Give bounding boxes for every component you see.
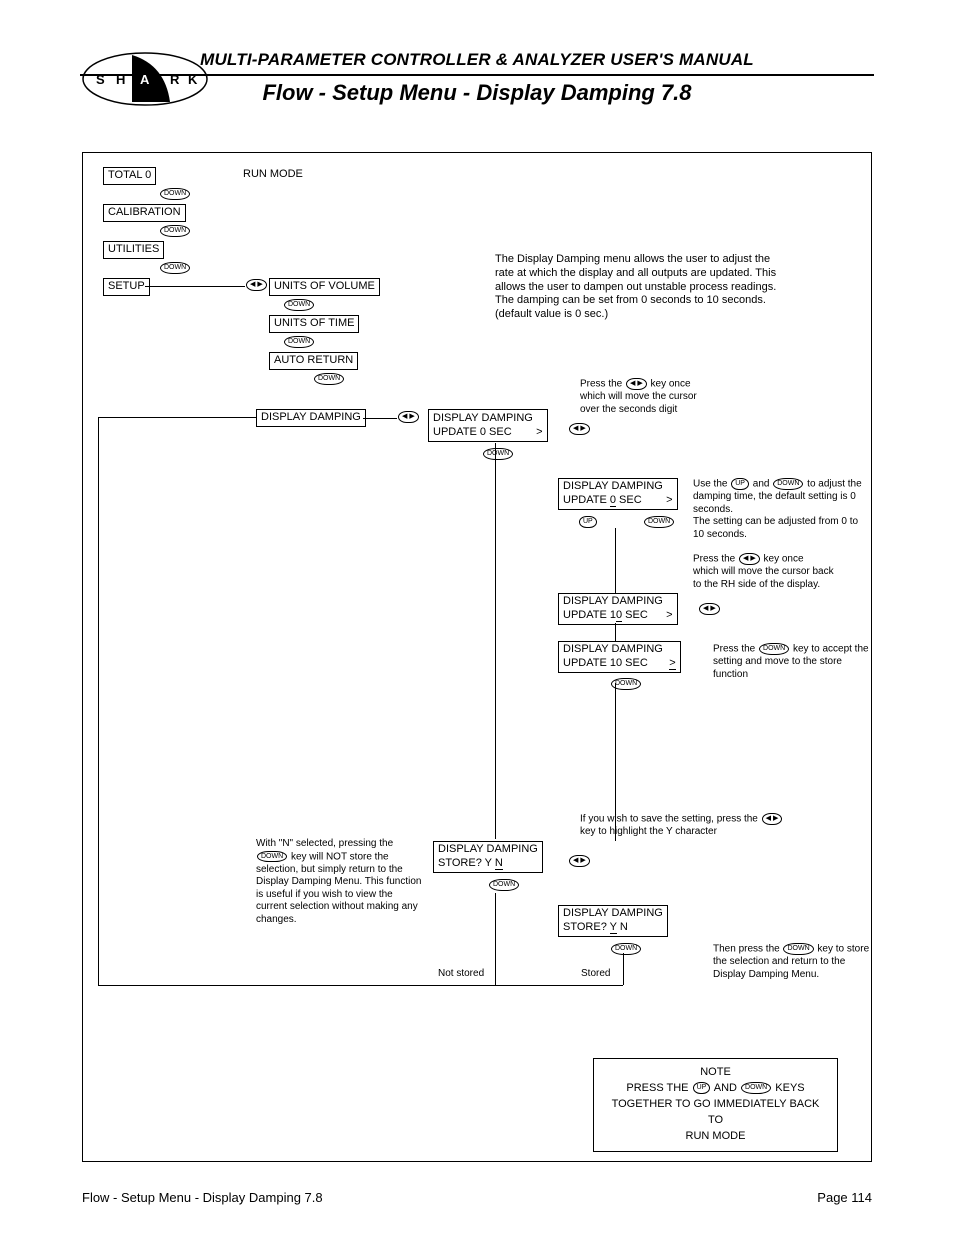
menu-units-volume: UNITS OF VOLUME <box>269 278 380 296</box>
dd3-line2: UPDATE 10 SEC > <box>563 609 673 623</box>
n-selected-text: With "N" selected, pressing the DOWN key… <box>256 838 426 926</box>
svg-text:H: H <box>116 72 125 87</box>
use-updown-text: Use the UP and DOWN to adjust the dampin… <box>693 478 868 541</box>
dd1-line2: UPDATE 0 SEC > <box>433 425 543 439</box>
down-key-icon: DOWN <box>284 336 314 348</box>
page: S H A R K MULTI-PARAMETER CONTROLLER & A… <box>0 0 954 1235</box>
note-title: NOTE <box>604 1065 827 1081</box>
lr-key-icon: ◀ ▶ <box>569 423 590 435</box>
diagram-frame: TOTAL 0 RUN MODE DOWN CALIBRATION DOWN U… <box>82 152 872 1162</box>
press-lr-1: Press the ◀ ▶ key oncewhich will move th… <box>580 378 760 416</box>
intro-text: The Display Damping menu allows the user… <box>495 253 785 322</box>
dd2-line2: UPDATE 0 SEC > <box>563 494 673 508</box>
dd3-line1: DISPLAY DAMPING <box>563 595 673 609</box>
run-mode-label: RUN MODE <box>243 168 303 182</box>
footer: Flow - Setup Menu - Display Damping 7.8 … <box>82 1190 872 1205</box>
store2-line2: STORE? Y N <box>563 921 663 935</box>
shark-logo: S H A R K <box>80 50 210 108</box>
down-key-icon: DOWN <box>611 943 641 955</box>
menu-total: TOTAL 0 <box>103 167 156 185</box>
up-key-icon: UP <box>579 516 597 528</box>
svg-text:K: K <box>188 72 198 87</box>
menu-display-damping: DISPLAY DAMPING <box>256 409 366 427</box>
menu-setup: SETUP <box>103 278 150 296</box>
down-key-icon: DOWN <box>160 188 190 200</box>
press-lr-2: Press the ◀ ▶ key oncewhich will move th… <box>693 553 868 591</box>
note-body: PRESS THE UP AND DOWN KEYS TOGETHER TO G… <box>604 1081 827 1145</box>
stored-label: Stored <box>581 968 610 981</box>
lr-key-icon: ◀ ▶ <box>699 603 720 615</box>
down-key-icon: DOWN <box>644 516 674 528</box>
store1-line1: DISPLAY DAMPING <box>438 843 538 857</box>
lr-key-icon: ◀ ▶ <box>246 279 267 291</box>
menu-calibration: CALIBRATION <box>103 204 186 222</box>
press-down-accept: Press the DOWN key to accept the setting… <box>713 643 873 681</box>
menu-auto-return: AUTO RETURN <box>269 352 358 370</box>
svg-text:S: S <box>96 72 105 87</box>
note-box: NOTE PRESS THE UP AND DOWN KEYS TOGETHER… <box>593 1058 838 1152</box>
down-key-icon: DOWN <box>489 879 519 891</box>
dd1-line1: DISPLAY DAMPING <box>433 411 543 425</box>
store1-line2: STORE? Y N <box>438 857 538 871</box>
down-key-icon: DOWN <box>160 225 190 237</box>
lr-key-icon: ◀ ▶ <box>569 855 590 867</box>
dd4-line1: DISPLAY DAMPING <box>563 643 676 657</box>
down-key-icon: DOWN <box>483 448 513 460</box>
footer-right: Page 114 <box>817 1190 872 1205</box>
footer-left: Flow - Setup Menu - Display Damping 7.8 <box>82 1190 323 1205</box>
dd2-line1: DISPLAY DAMPING <box>563 480 673 494</box>
down-key-icon: DOWN <box>284 299 314 311</box>
store2-line1: DISPLAY DAMPING <box>563 907 663 921</box>
dd4-line2: UPDATE 10 SEC > <box>563 657 676 671</box>
down-key-icon: DOWN <box>314 373 344 385</box>
then-press-down: Then press the DOWN key to store the sel… <box>713 943 873 981</box>
menu-utilities: UTILITIES <box>103 241 164 259</box>
down-key-icon: DOWN <box>160 262 190 274</box>
menu-units-time: UNITS OF TIME <box>269 315 359 333</box>
svg-text:A: A <box>140 72 150 87</box>
svg-text:R: R <box>170 72 180 87</box>
not-stored-label: Not stored <box>438 968 484 981</box>
header: S H A R K MULTI-PARAMETER CONTROLLER & A… <box>80 50 874 106</box>
save-prompt: If you wish to save the setting, press t… <box>580 813 860 839</box>
lr-key-icon: ◀ ▶ <box>398 411 419 423</box>
